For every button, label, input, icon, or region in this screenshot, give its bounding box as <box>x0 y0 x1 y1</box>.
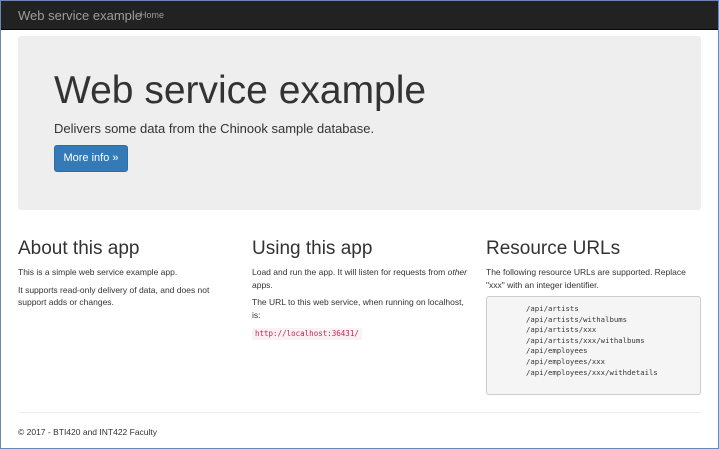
resources-heading: Resource URLs <box>486 238 621 259</box>
navbar: Web service example Home <box>1 1 718 30</box>
about-column: About this app This is a simple web serv… <box>18 238 228 314</box>
url-description: The URL to this web service, when runnin… <box>252 297 464 320</box>
resource-url: /api/employees/xxx/withdetails <box>526 367 658 377</box>
more-info-button[interactable]: More info » <box>54 145 128 172</box>
about-paragraph: This is a simple web service example app… <box>18 267 178 277</box>
using-column: Using this app Load and run the app. It … <box>252 238 467 340</box>
resource-url: /api/artists/xxx <box>526 325 597 335</box>
resources-column: Resource URLs The following resource URL… <box>486 238 701 395</box>
resource-url: /api/artists/withalbums <box>526 314 628 324</box>
navbar-brand[interactable]: Web service example <box>18 7 142 24</box>
about-paragraph: It supports read-only delivery of data, … <box>18 284 210 308</box>
using-heading: Using this app <box>252 238 373 259</box>
page-title: Web service example <box>54 69 427 112</box>
footer-text: © 2017 - BTI420 and INT422 Faculty <box>18 427 158 437</box>
resources-intro: The following resource URLs are supporte… <box>486 267 686 290</box>
using-paragraph: Load and run the app. It will listen for… <box>252 266 467 291</box>
using-text: Load and run the app. It will listen for… <box>252 267 448 277</box>
resource-url: /api/artists/xxx/withalbums <box>526 335 645 345</box>
using-text: apps. <box>252 279 273 290</box>
jumbotron-lead: Delivers some data from the Chinook samp… <box>54 121 375 136</box>
resource-url-list: /api/artists /api/artists/withalbums /ap… <box>486 296 701 395</box>
localhost-url: http://localhost:36431/ <box>252 328 362 340</box>
footer-divider <box>18 412 701 413</box>
using-emphasis: other <box>447 267 467 277</box>
resource-url: /api/employees <box>526 346 588 356</box>
jumbotron: Web service example Delivers some data f… <box>18 36 701 210</box>
nav-link-home[interactable]: Home <box>140 9 164 22</box>
resource-url: /api/employees/xxx <box>526 356 606 366</box>
about-heading: About this app <box>18 238 140 259</box>
resource-url: /api/artists <box>526 304 579 313</box>
